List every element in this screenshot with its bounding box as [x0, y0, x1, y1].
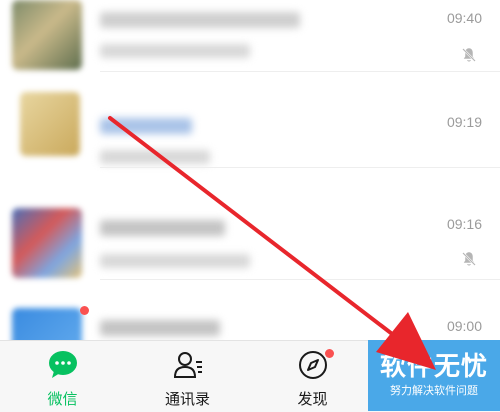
chat-time: 09:40: [446, 10, 482, 26]
tab-label: 微信: [47, 390, 78, 408]
chat-item[interactable]: 09:00: [0, 298, 500, 340]
chat-bubble-icon: [48, 351, 77, 378]
unread-dot: [80, 306, 89, 315]
tab-label: 发现: [297, 390, 328, 408]
chat-preview-blurred: [100, 150, 210, 164]
chat-name-blurred: [100, 12, 300, 28]
tab-contacts[interactable]: 通讯录: [125, 341, 250, 412]
mute-bell-icon: [462, 48, 476, 62]
chat-time: 09:00: [446, 318, 482, 334]
chat-item[interactable]: 09:19: [0, 84, 500, 168]
avatar: [12, 0, 82, 70]
chat-item[interactable]: 09:40: [0, 0, 500, 72]
chat-preview-blurred: [100, 254, 250, 268]
contacts-icon: [173, 352, 202, 378]
avatar: [12, 308, 82, 340]
chat-time: 09:16: [446, 216, 482, 232]
avatar: [12, 208, 82, 278]
tab-discover[interactable]: 发现: [250, 341, 375, 412]
chat-list: 09:40 09:19 09:16 09:00: [0, 0, 500, 340]
chat-name-blurred: [100, 320, 220, 336]
mute-bell-icon: [462, 252, 476, 266]
watermark-title: 软件无忧: [379, 352, 488, 382]
compass-icon: [298, 351, 327, 379]
chat-name-blurred: [100, 118, 192, 134]
watermark-logo: 软件无忧 努力解决软件问题: [368, 340, 500, 411]
chat-time: 09:19: [446, 114, 482, 130]
tab-label: 通讯录: [164, 390, 210, 408]
avatar: [20, 92, 80, 156]
chat-name-blurred: [100, 220, 225, 236]
chat-item[interactable]: 09:16: [0, 196, 500, 280]
divider: [100, 167, 500, 168]
chat-preview-blurred: [100, 44, 250, 58]
divider: [100, 71, 500, 72]
tab-chats[interactable]: 微信: [0, 341, 125, 412]
divider: [100, 279, 500, 280]
watermark-subtitle: 努力解决软件问题: [390, 384, 478, 397]
discover-badge-dot: [325, 349, 334, 358]
